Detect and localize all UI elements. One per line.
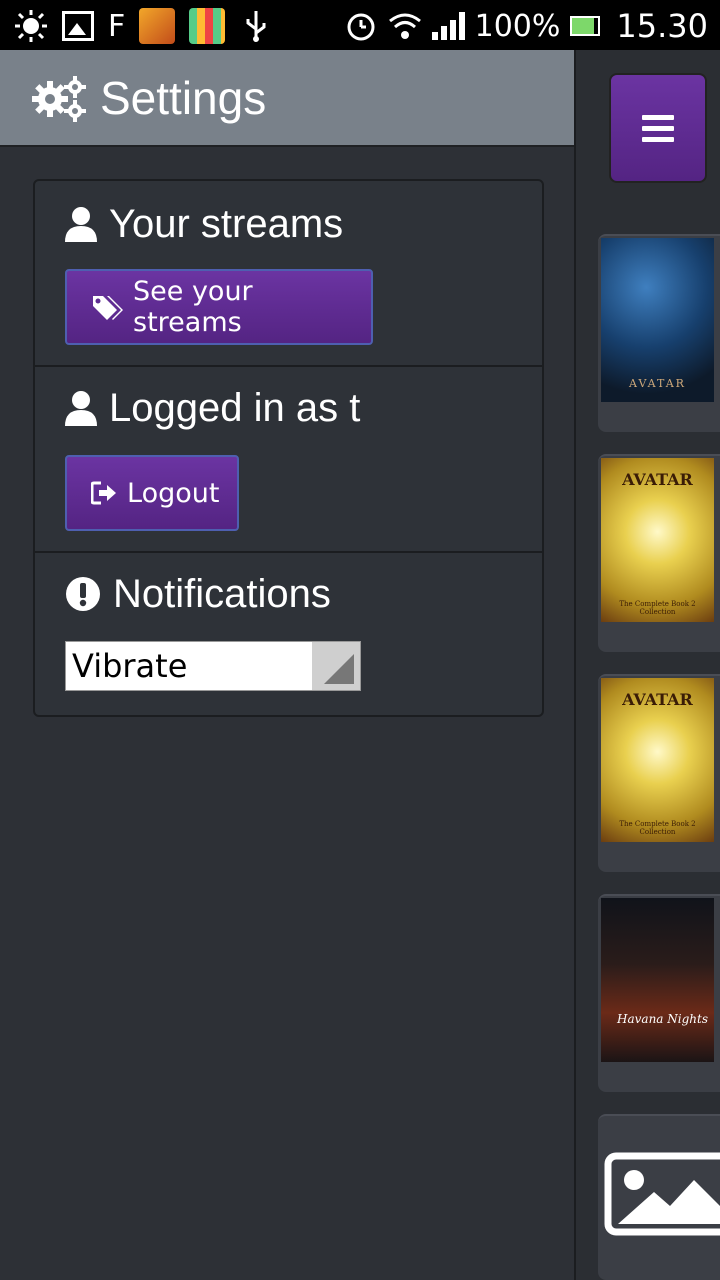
exclamation-circle-icon bbox=[65, 576, 101, 612]
poster-caption: AVATAR bbox=[622, 690, 693, 709]
account-heading-label: Logged in as t bbox=[109, 385, 361, 430]
battery-percent: 100% bbox=[474, 8, 561, 44]
see-streams-label: See your streams bbox=[133, 276, 253, 338]
system-icons: 100% 15.30 bbox=[344, 6, 708, 46]
stream-tile[interactable]: AVATAR The Complete Book 2 Collection bbox=[598, 674, 720, 872]
status-bar: F 100% 15.30 bbox=[0, 0, 720, 50]
brightness-icon bbox=[14, 9, 48, 43]
tags-icon bbox=[91, 294, 123, 320]
game-app-icon bbox=[139, 8, 176, 44]
notifications-heading: Notifications bbox=[65, 571, 331, 617]
notifications-section: Notifications Vibrate bbox=[35, 553, 542, 717]
gears-icon bbox=[30, 73, 88, 123]
panel-header: Settings bbox=[0, 50, 574, 147]
poster-caption: AVATAR bbox=[622, 470, 693, 489]
usb-icon bbox=[239, 9, 273, 43]
alarm-icon bbox=[344, 9, 378, 43]
stream-list: AVATAR AVATAR The Complete Book 2 Collec… bbox=[578, 50, 720, 1280]
account-section: Logged in as t Logout bbox=[35, 367, 542, 553]
dropdown-arrow-icon bbox=[312, 642, 360, 690]
streams-section: Your streams See your streams bbox=[35, 181, 542, 367]
account-heading: Logged in as t bbox=[65, 385, 360, 431]
notifications-select-value: Vibrate bbox=[72, 647, 188, 685]
logout-label: Logout bbox=[127, 477, 220, 509]
settings-card: Your streams See your streams Logged in … bbox=[33, 179, 544, 717]
logout-button[interactable]: Logout bbox=[65, 455, 239, 531]
poster-havana-nights: Havana Nights bbox=[601, 898, 714, 1062]
poster-subcaption: The Complete Book 2 Collection bbox=[619, 820, 696, 836]
poster-avatar: AVATAR bbox=[601, 238, 714, 402]
signal-icon bbox=[431, 12, 465, 40]
puzzle-app-icon bbox=[189, 8, 226, 44]
battery-icon bbox=[570, 16, 601, 36]
notification-icons: F bbox=[14, 6, 273, 46]
poster-subcaption: The Complete Book 2 Collection bbox=[619, 600, 696, 616]
user-icon bbox=[65, 206, 97, 242]
poster-caption: AVATAR bbox=[629, 377, 686, 390]
streams-heading-label: Your streams bbox=[109, 201, 344, 246]
stream-tile[interactable]: AVATAR bbox=[598, 234, 720, 432]
menu-button[interactable] bbox=[609, 73, 707, 183]
user-icon bbox=[65, 390, 97, 426]
gallery-icon bbox=[62, 11, 94, 41]
streams-heading: Your streams bbox=[65, 201, 343, 247]
page-title: Settings bbox=[100, 71, 267, 124]
poster-avatar-book2: AVATAR The Complete Book 2 Collection bbox=[601, 458, 714, 622]
image-placeholder-icon bbox=[604, 1152, 720, 1236]
stream-tile[interactable]: AVATAR The Complete Book 2 Collection bbox=[598, 454, 720, 652]
poster-caption: Havana Nights bbox=[617, 1012, 708, 1026]
hamburger-line bbox=[642, 125, 674, 131]
stream-tile[interactable] bbox=[598, 1114, 720, 1280]
hamburger-line bbox=[642, 136, 674, 142]
clock: 15.30 bbox=[616, 7, 708, 45]
wifi-icon bbox=[388, 9, 422, 43]
notif-f-icon: F bbox=[108, 8, 126, 44]
poster-avatar-book2-b: AVATAR The Complete Book 2 Collection bbox=[601, 678, 714, 842]
notifications-heading-label: Notifications bbox=[113, 571, 331, 616]
settings-panel: Settings Your streams See your streams L… bbox=[0, 50, 576, 1280]
see-streams-button[interactable]: See your streams bbox=[65, 269, 373, 345]
notifications-select[interactable]: Vibrate bbox=[65, 641, 361, 691]
stream-tile[interactable]: Havana Nights bbox=[598, 894, 720, 1092]
sign-out-icon bbox=[91, 481, 117, 505]
hamburger-line bbox=[642, 114, 674, 120]
